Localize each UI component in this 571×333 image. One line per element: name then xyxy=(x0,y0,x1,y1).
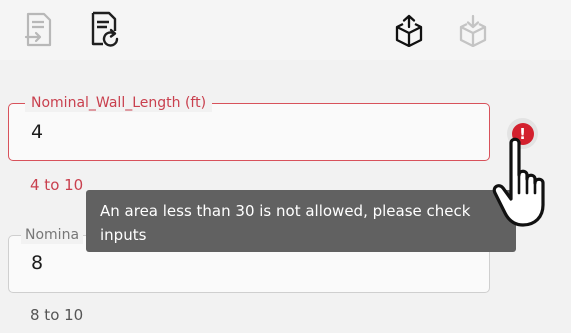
box-export-icon[interactable] xyxy=(391,10,427,50)
nominal-wall-length-field[interactable]: Nominal_Wall_Length (ft) 4 xyxy=(8,94,490,161)
tooltip-line-2: inputs xyxy=(100,226,147,244)
field-value[interactable]: 8 xyxy=(31,252,43,274)
field-label: Nomina xyxy=(21,226,84,244)
box-import-icon[interactable] xyxy=(455,10,491,50)
field-helper-text: 8 to 10 xyxy=(30,306,84,324)
field-label: Nominal_Wall_Length (ft) xyxy=(25,94,213,112)
field-helper-text: 4 to 10 xyxy=(30,176,84,194)
field-value[interactable]: 4 xyxy=(31,121,43,143)
hand-cursor-icon xyxy=(489,135,559,234)
error-tooltip: An area less than 30 is not allowed, ple… xyxy=(86,190,516,252)
document-refresh-icon[interactable] xyxy=(87,10,123,50)
toolbar xyxy=(0,0,571,60)
document-export-icon[interactable] xyxy=(20,10,56,50)
tooltip-line-1: An area less than 30 is not allowed, ple… xyxy=(100,202,471,220)
